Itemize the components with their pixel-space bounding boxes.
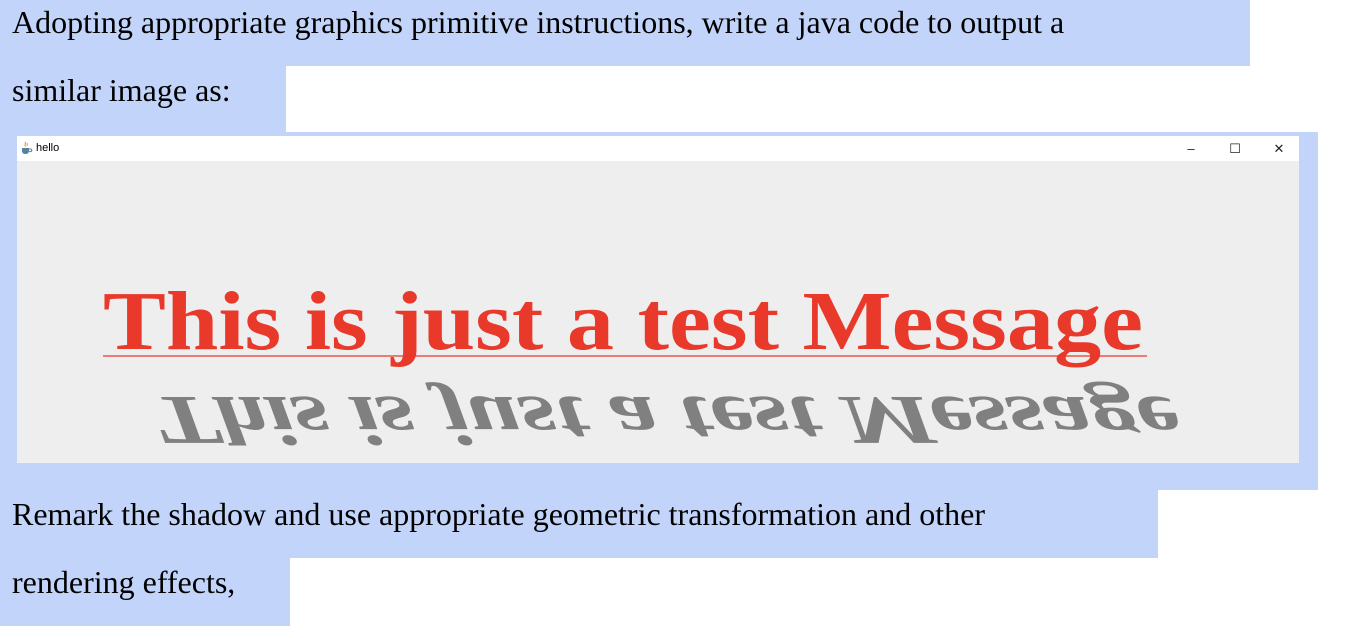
close-icon: ✕ xyxy=(1273,140,1285,156)
window-title: hello xyxy=(36,142,60,154)
window-titlebar[interactable]: hello – ☐ ✕ xyxy=(17,136,1299,161)
java-window[interactable]: hello – ☐ ✕ This is just a test Message … xyxy=(17,136,1299,463)
paragraph-line: Remark the shadow and use appropriate ge… xyxy=(12,496,985,532)
paragraph-line: similar image as: xyxy=(12,72,231,108)
paragraph-line: rendering effects, xyxy=(12,564,236,600)
minimize-button[interactable]: – xyxy=(1169,136,1213,161)
maximize-icon: ☐ xyxy=(1229,140,1241,156)
main-message: This is just a test Message xyxy=(103,275,1143,368)
close-button[interactable]: ✕ xyxy=(1257,136,1299,161)
drawing-canvas: This is just a test Message This is just… xyxy=(17,161,1299,463)
paragraph-line: Adopting appropriate graphics primitive … xyxy=(12,4,1065,40)
minimize-icon: – xyxy=(1187,141,1195,156)
document-page: Adopting appropriate graphics primitive … xyxy=(0,0,1352,638)
maximize-button[interactable]: ☐ xyxy=(1213,136,1257,161)
shadow-message: This is just a test Message xyxy=(141,382,1194,459)
java-cup-icon xyxy=(22,141,33,154)
